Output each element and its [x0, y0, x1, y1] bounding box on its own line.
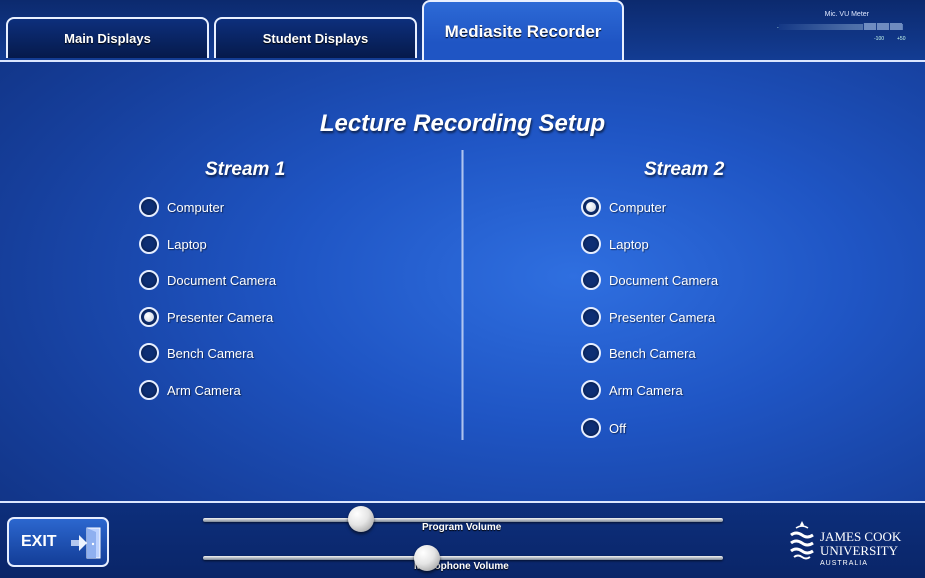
tab-mediasite-recorder[interactable]: Mediasite Recorder [422, 0, 624, 60]
stream2-option-laptop[interactable]: Laptop [581, 232, 649, 256]
stream2-option-label: Off [609, 420, 627, 436]
stream1-option-bench-camera[interactable]: Bench Camera [139, 341, 254, 365]
stream1-option-label: Computer [167, 199, 225, 215]
radio-button[interactable] [581, 307, 601, 327]
exit-button-label: EXIT [21, 533, 57, 550]
tab-student-displays-label: Student Displays [262, 31, 369, 46]
vu-meter-title: Mic. VU Meter [824, 11, 869, 18]
radio-button-selected[interactable] [581, 197, 601, 217]
tab-student-displays[interactable]: Student Displays [214, 17, 417, 58]
radio-button[interactable] [139, 270, 159, 290]
radio-button[interactable] [139, 380, 159, 400]
page-title: Lecture Recording Setup [319, 110, 606, 137]
vu-meter-segment [889, 23, 902, 30]
microphone-volume-track[interactable] [203, 556, 723, 560]
stream2-option-document-camera[interactable]: Document Camera [581, 268, 718, 292]
vu-meter-label-mid: -100 [874, 36, 885, 42]
stream-divider [461, 150, 464, 440]
stream1-option-label: Document Camera [167, 272, 277, 288]
stream1-title: Stream 1 [205, 159, 286, 180]
stream2-option-label: Arm Camera [609, 382, 683, 398]
stream2-option-label: Presenter Camera [609, 309, 716, 325]
radio-button[interactable] [581, 343, 601, 363]
radio-button[interactable] [139, 234, 159, 254]
microphone-volume-knob[interactable] [414, 545, 440, 571]
jcu-crest-icon [790, 521, 814, 560]
stream1-option-document-camera[interactable]: Document Camera [139, 268, 276, 292]
stream2-option-label: Document Camera [609, 272, 719, 288]
stream1-option-label: Arm Camera [167, 382, 241, 398]
radio-button-selected[interactable] [139, 307, 159, 327]
stream2-option-arm-camera[interactable]: Arm Camera [581, 378, 683, 402]
tab-mediasite-recorder-label: Mediasite Recorder [444, 22, 602, 41]
stream2-option-bench-camera[interactable]: Bench Camera [581, 341, 696, 365]
stream2-option-computer[interactable]: Computer [581, 195, 666, 219]
stream1-option-laptop[interactable]: Laptop [139, 232, 207, 256]
logo-line2: UNIVERSITY [820, 543, 898, 558]
stream1-option-label: Laptop [167, 236, 207, 252]
stream2-option-label: Bench Camera [609, 345, 696, 361]
mic-vu-meter: Mic. VU Meter - -100 +50 [777, 11, 909, 45]
stream1-option-computer[interactable]: Computer [139, 195, 224, 219]
stream1-option-label: Presenter Camera [167, 309, 274, 325]
stream2-option-label: Laptop [609, 236, 649, 252]
stream1-option-arm-camera[interactable]: Arm Camera [139, 378, 241, 402]
stream1-option-label: Bench Camera [167, 345, 254, 361]
stream2-option-presenter-camera[interactable]: Presenter Camera [581, 305, 715, 329]
radio-button[interactable] [139, 343, 159, 363]
vu-meter-label-max: +50 [897, 36, 906, 42]
jcu-logo: JAMES COOK UNIVERSITY AUSTRALIA [788, 519, 918, 571]
vu-meter-label-min: - [777, 25, 779, 31]
radio-button[interactable] [581, 380, 601, 400]
vu-meter-segment [876, 23, 889, 30]
program-volume-knob[interactable] [348, 506, 374, 532]
stream1-option-presenter-camera[interactable]: Presenter Camera [139, 305, 273, 329]
program-volume-label: Program Volume [422, 522, 502, 533]
logo-line3: AUSTRALIA [820, 560, 868, 567]
vu-meter-segment [863, 23, 876, 30]
radio-button[interactable] [581, 418, 601, 438]
tab-main-displays[interactable]: Main Displays [6, 17, 209, 58]
exit-button[interactable]: EXIT [7, 517, 109, 567]
exit-door-icon [67, 525, 103, 566]
stream2-option-label: Computer [609, 199, 667, 215]
stream2-title: Stream 2 [644, 159, 725, 180]
tab-main-displays-label: Main Displays [64, 31, 151, 46]
stream2-option-off[interactable]: Off [581, 416, 626, 440]
radio-button[interactable] [581, 270, 601, 290]
radio-button[interactable] [581, 234, 601, 254]
radio-button[interactable] [139, 197, 159, 217]
